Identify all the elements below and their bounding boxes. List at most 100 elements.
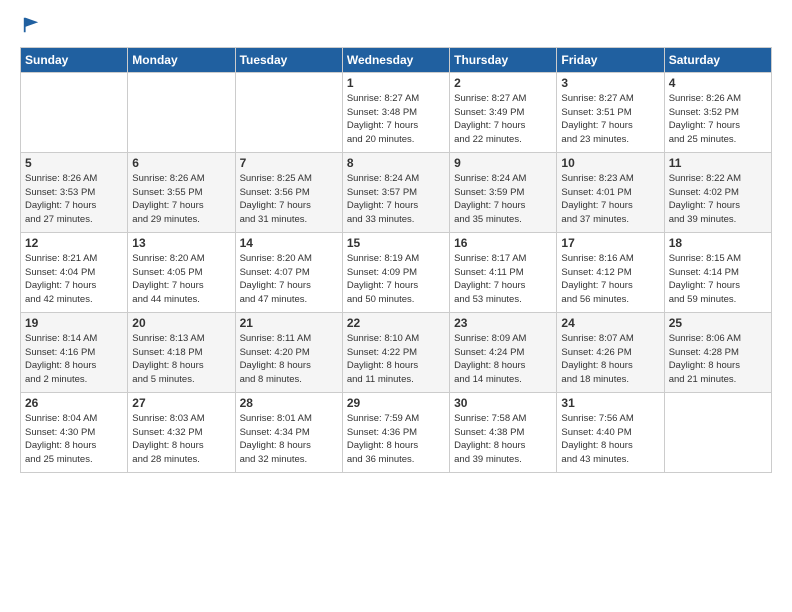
- calendar-cell: 20 Sunrise: 8:13 AM Sunset: 4:18 PM Dayli…: [128, 312, 235, 392]
- day-number: 1: [347, 76, 445, 90]
- day-detail: Sunrise: 8:24 AM Sunset: 3:59 PM Dayligh…: [454, 172, 552, 227]
- header: [20, 16, 772, 39]
- header-monday: Monday: [128, 47, 235, 72]
- calendar-cell: [21, 72, 128, 152]
- day-detail: Sunrise: 8:11 AM Sunset: 4:20 PM Dayligh…: [240, 332, 338, 387]
- week-row-4: 26 Sunrise: 8:04 AM Sunset: 4:30 PM Dayli…: [21, 392, 772, 472]
- day-detail: Sunrise: 8:09 AM Sunset: 4:24 PM Dayligh…: [454, 332, 552, 387]
- day-number: 8: [347, 156, 445, 170]
- day-number: 28: [240, 396, 338, 410]
- day-number: 10: [561, 156, 659, 170]
- week-row-0: 1 Sunrise: 8:27 AM Sunset: 3:48 PM Daylig…: [21, 72, 772, 152]
- day-detail: Sunrise: 8:16 AM Sunset: 4:12 PM Dayligh…: [561, 252, 659, 307]
- logo-flag-icon: [22, 16, 40, 34]
- calendar-cell: 28 Sunrise: 8:01 AM Sunset: 4:34 PM Dayli…: [235, 392, 342, 472]
- day-number: 13: [132, 236, 230, 250]
- day-detail: Sunrise: 8:15 AM Sunset: 4:14 PM Dayligh…: [669, 252, 767, 307]
- calendar-cell: 3 Sunrise: 8:27 AM Sunset: 3:51 PM Daylig…: [557, 72, 664, 152]
- day-detail: Sunrise: 8:20 AM Sunset: 4:05 PM Dayligh…: [132, 252, 230, 307]
- calendar-cell: 8Sunrise: 8:24 AM Sunset: 3:57 PM Daylig…: [342, 152, 449, 232]
- day-detail: Sunrise: 8:14 AM Sunset: 4:16 PM Dayligh…: [25, 332, 123, 387]
- calendar-cell: 11 Sunrise: 8:22 AM Sunset: 4:02 PM Dayli…: [664, 152, 771, 232]
- calendar-cell: 15 Sunrise: 8:19 AM Sunset: 4:09 PM Dayli…: [342, 232, 449, 312]
- day-number: 29: [347, 396, 445, 410]
- day-detail: Sunrise: 8:27 AM Sunset: 3:51 PM Dayligh…: [561, 92, 659, 147]
- calendar-cell: 4Sunrise: 8:26 AM Sunset: 3:52 PM Daylig…: [664, 72, 771, 152]
- calendar-cell: 24 Sunrise: 8:07 AM Sunset: 4:26 PM Dayli…: [557, 312, 664, 392]
- calendar-cell: 25Sunrise: 8:06 AM Sunset: 4:28 PM Dayli…: [664, 312, 771, 392]
- day-detail: Sunrise: 8:03 AM Sunset: 4:32 PM Dayligh…: [132, 412, 230, 467]
- day-detail: Sunrise: 7:58 AM Sunset: 4:38 PM Dayligh…: [454, 412, 552, 467]
- day-number: 14: [240, 236, 338, 250]
- calendar-cell: 12Sunrise: 8:21 AM Sunset: 4:04 PM Dayli…: [21, 232, 128, 312]
- day-number: 20: [132, 316, 230, 330]
- day-detail: Sunrise: 8:07 AM Sunset: 4:26 PM Dayligh…: [561, 332, 659, 387]
- header-sunday: Sunday: [21, 47, 128, 72]
- logo: [20, 16, 40, 39]
- day-number: 9: [454, 156, 552, 170]
- day-detail: Sunrise: 8:27 AM Sunset: 3:49 PM Dayligh…: [454, 92, 552, 147]
- day-number: 11: [669, 156, 767, 170]
- day-detail: Sunrise: 8:26 AM Sunset: 3:52 PM Dayligh…: [669, 92, 767, 147]
- day-detail: Sunrise: 8:19 AM Sunset: 4:09 PM Dayligh…: [347, 252, 445, 307]
- day-number: 26: [25, 396, 123, 410]
- day-number: 30: [454, 396, 552, 410]
- calendar-cell: 10 Sunrise: 8:23 AM Sunset: 4:01 PM Dayli…: [557, 152, 664, 232]
- week-row-1: 5Sunrise: 8:26 AM Sunset: 3:53 PM Daylig…: [21, 152, 772, 232]
- calendar-cell: 13 Sunrise: 8:20 AM Sunset: 4:05 PM Dayli…: [128, 232, 235, 312]
- header-thursday: Thursday: [450, 47, 557, 72]
- page: SundayMondayTuesdayWednesdayThursdayFrid…: [0, 0, 792, 483]
- day-number: 18: [669, 236, 767, 250]
- day-detail: Sunrise: 8:25 AM Sunset: 3:56 PM Dayligh…: [240, 172, 338, 227]
- day-detail: Sunrise: 8:23 AM Sunset: 4:01 PM Dayligh…: [561, 172, 659, 227]
- header-tuesday: Tuesday: [235, 47, 342, 72]
- calendar-cell: 23 Sunrise: 8:09 AM Sunset: 4:24 PM Dayli…: [450, 312, 557, 392]
- day-number: 16: [454, 236, 552, 250]
- day-detail: Sunrise: 7:59 AM Sunset: 4:36 PM Dayligh…: [347, 412, 445, 467]
- day-detail: Sunrise: 8:10 AM Sunset: 4:22 PM Dayligh…: [347, 332, 445, 387]
- header-row: SundayMondayTuesdayWednesdayThursdayFrid…: [21, 47, 772, 72]
- day-number: 3: [561, 76, 659, 90]
- day-detail: Sunrise: 8:04 AM Sunset: 4:30 PM Dayligh…: [25, 412, 123, 467]
- day-number: 21: [240, 316, 338, 330]
- calendar-cell: 18 Sunrise: 8:15 AM Sunset: 4:14 PM Dayli…: [664, 232, 771, 312]
- day-detail: Sunrise: 8:13 AM Sunset: 4:18 PM Dayligh…: [132, 332, 230, 387]
- calendar-cell: 22Sunrise: 8:10 AM Sunset: 4:22 PM Dayli…: [342, 312, 449, 392]
- day-number: 7: [240, 156, 338, 170]
- header-saturday: Saturday: [664, 47, 771, 72]
- calendar-cell: 6 Sunrise: 8:26 AM Sunset: 3:55 PM Daylig…: [128, 152, 235, 232]
- day-detail: Sunrise: 8:26 AM Sunset: 3:55 PM Dayligh…: [132, 172, 230, 227]
- day-number: 2: [454, 76, 552, 90]
- calendar-cell: [128, 72, 235, 152]
- day-number: 24: [561, 316, 659, 330]
- day-detail: Sunrise: 8:20 AM Sunset: 4:07 PM Dayligh…: [240, 252, 338, 307]
- calendar-cell: 16 Sunrise: 8:17 AM Sunset: 4:11 PM Dayli…: [450, 232, 557, 312]
- day-number: 23: [454, 316, 552, 330]
- day-number: 5: [25, 156, 123, 170]
- calendar-cell: 7 Sunrise: 8:25 AM Sunset: 3:56 PM Daylig…: [235, 152, 342, 232]
- week-row-2: 12Sunrise: 8:21 AM Sunset: 4:04 PM Dayli…: [21, 232, 772, 312]
- calendar-cell: 1 Sunrise: 8:27 AM Sunset: 3:48 PM Daylig…: [342, 72, 449, 152]
- day-number: 17: [561, 236, 659, 250]
- calendar-table: SundayMondayTuesdayWednesdayThursdayFrid…: [20, 47, 772, 473]
- day-number: 15: [347, 236, 445, 250]
- day-detail: Sunrise: 7:56 AM Sunset: 4:40 PM Dayligh…: [561, 412, 659, 467]
- day-detail: Sunrise: 8:22 AM Sunset: 4:02 PM Dayligh…: [669, 172, 767, 227]
- day-detail: Sunrise: 8:17 AM Sunset: 4:11 PM Dayligh…: [454, 252, 552, 307]
- day-detail: Sunrise: 8:06 AM Sunset: 4:28 PM Dayligh…: [669, 332, 767, 387]
- week-row-3: 19 Sunrise: 8:14 AM Sunset: 4:16 PM Dayli…: [21, 312, 772, 392]
- day-detail: Sunrise: 8:27 AM Sunset: 3:48 PM Dayligh…: [347, 92, 445, 147]
- calendar-cell: [235, 72, 342, 152]
- calendar-cell: 26 Sunrise: 8:04 AM Sunset: 4:30 PM Dayli…: [21, 392, 128, 472]
- header-friday: Friday: [557, 47, 664, 72]
- calendar-cell: 5Sunrise: 8:26 AM Sunset: 3:53 PM Daylig…: [21, 152, 128, 232]
- day-number: 19: [25, 316, 123, 330]
- day-detail: Sunrise: 8:01 AM Sunset: 4:34 PM Dayligh…: [240, 412, 338, 467]
- day-number: 27: [132, 396, 230, 410]
- calendar-cell: 14 Sunrise: 8:20 AM Sunset: 4:07 PM Dayli…: [235, 232, 342, 312]
- calendar-cell: 21 Sunrise: 8:11 AM Sunset: 4:20 PM Dayli…: [235, 312, 342, 392]
- calendar-cell: 30 Sunrise: 7:58 AM Sunset: 4:38 PM Dayli…: [450, 392, 557, 472]
- calendar-cell: 2 Sunrise: 8:27 AM Sunset: 3:49 PM Daylig…: [450, 72, 557, 152]
- day-number: 6: [132, 156, 230, 170]
- day-number: 12: [25, 236, 123, 250]
